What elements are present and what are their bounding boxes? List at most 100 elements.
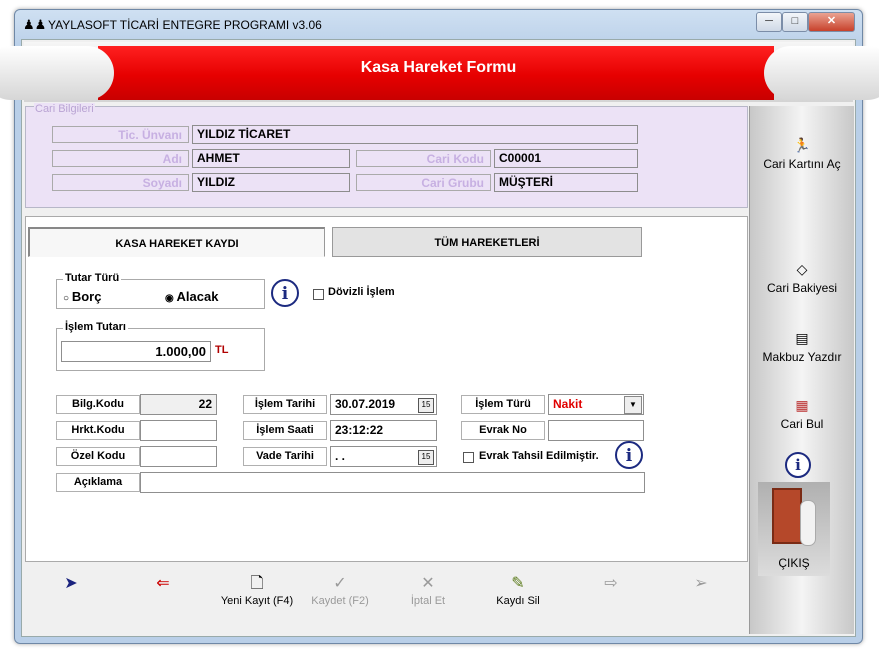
unvan-label: Tic. Ünvanı	[52, 126, 189, 143]
cari-grubu-label: Cari Grubu	[356, 174, 491, 191]
vade-tarihi-input[interactable]: . . 15	[330, 446, 437, 467]
vade-tarihi-value: . .	[335, 449, 346, 463]
evrak-no-input[interactable]	[548, 420, 644, 441]
unvan-field[interactable]: YILDIZ TİCARET	[192, 125, 638, 144]
dovizli-label: Dövizli İşlem	[328, 286, 395, 298]
cari-kodu-label: Cari Kodu	[356, 150, 491, 167]
evrak-tahsil-checkbox[interactable]	[463, 452, 474, 463]
app-people-icon: ♟♟	[23, 17, 47, 32]
islem-turu-label: İşlem Türü	[461, 395, 545, 414]
film-search-icon: ▦	[795, 397, 809, 413]
exit-person-icon	[800, 500, 816, 546]
hrkt-kodu-label: Hrkt.Kodu	[56, 421, 140, 440]
arrow-left-icon: ⇐	[156, 575, 170, 592]
minimize-button[interactable]: ─	[756, 12, 782, 32]
tutar-turu-legend: Tutar Türü	[63, 272, 122, 284]
bilg-kodu-label: Bilg.Kodu	[56, 395, 140, 414]
yeni-kayit-label: Yeni Kayıt (F4)	[220, 595, 294, 607]
soyadi-field[interactable]: YILDIZ	[192, 173, 350, 192]
iptal-button[interactable]: ✕ İptal Et	[400, 573, 456, 607]
form-client-area: Kasa Hareket Formu Cari Bilgileri Tic. Ü…	[0, 39, 879, 637]
adi-field[interactable]: AHMET	[192, 149, 350, 168]
exit-door-icon	[772, 488, 802, 544]
kaydet-button[interactable]: ✓ Kaydet (F2)	[305, 573, 375, 607]
yeni-kayit-button[interactable]: 🗋 Yeni Kayıt (F4)	[207, 573, 307, 607]
soyadi-label: Soyadı	[52, 174, 189, 191]
makbuz-yazdir-button[interactable]: ▤ Makbuz Yazdır	[750, 329, 854, 364]
tutar-turu-group: Tutar Türü ○ Borç ◉ Alacak	[56, 272, 265, 309]
maximize-button[interactable]: □	[782, 12, 808, 32]
arrow-last-icon: ➢	[694, 575, 708, 592]
islem-turu-value: Nakit	[553, 397, 583, 411]
calendar-icon[interactable]: 15	[418, 450, 434, 465]
adi-label: Adı	[52, 150, 189, 167]
islem-saati-input[interactable]: 23:12:22	[330, 420, 437, 441]
bilg-kodu-field[interactable]: 22	[140, 394, 217, 415]
eraser-icon: ◇	[796, 261, 808, 277]
running-man-icon: 🏃	[793, 137, 811, 153]
radio-empty-icon: ○	[63, 293, 72, 304]
form-title: Kasa Hareket Formu	[360, 59, 517, 76]
cari-grubu-field[interactable]: MÜŞTERİ	[494, 173, 638, 192]
bottom-toolbar: ➤ ⇐ 🗋 Yeni Kayıt (F4) ✓ Kaydet (F2) ✕ İptal…	[25, 567, 746, 633]
previous-record-button[interactable]: ⇐	[151, 573, 175, 595]
vade-tarihi-label: Vade Tarihi	[243, 447, 327, 466]
window-title: YAYLASOFT TİCARİ ENTEGRE PROGRAMI v3.06	[48, 18, 322, 32]
kaydi-sil-label: Kaydı Sil	[496, 595, 540, 607]
cari-bakiyesi-button[interactable]: ◇ Cari Bakiyesi	[750, 260, 854, 295]
cari-kodu-field[interactable]: C00001	[494, 149, 638, 168]
cikis-button[interactable]: ÇIKIŞ	[758, 482, 830, 576]
arrow-first-icon: ➤	[64, 575, 78, 592]
application-window: ♟♟ YAYLASOFT TİCARİ ENTEGRE PROGRAMI v3.…	[0, 9, 879, 644]
cari-info-panel: Cari Bilgileri Tic. Ünvanı YILDIZ TİCARE…	[25, 103, 748, 208]
dropdown-arrow-icon[interactable]: ▼	[624, 396, 642, 414]
cari-karti-ac-label: Cari Kartını Aç	[763, 157, 841, 171]
aciklama-input[interactable]	[140, 472, 645, 493]
cikis-label: ÇIKIŞ	[778, 556, 810, 570]
delete-record-icon: ✎	[511, 575, 525, 592]
arrow-right-icon: ⇨	[604, 575, 618, 592]
ozel-kodu-input[interactable]	[140, 446, 217, 467]
cancel-x-icon: ✕	[421, 575, 435, 592]
cari-bul-button[interactable]: ▦ Cari Bul	[750, 396, 854, 431]
dovizli-checkbox[interactable]	[313, 289, 324, 300]
alacak-label: Alacak	[176, 289, 219, 304]
evrak-info-icon[interactable]: i	[615, 441, 643, 469]
kaydet-label: Kaydet (F2)	[311, 595, 369, 607]
title-bar[interactable]: ♟♟ YAYLASOFT TİCARİ ENTEGRE PROGRAMI v3.…	[15, 10, 862, 40]
cari-bul-label: Cari Bul	[780, 417, 824, 431]
islem-saati-label: İşlem Saati	[243, 421, 327, 440]
hrkt-kodu-input[interactable]	[140, 420, 217, 441]
right-action-panel: 🏃 Cari Kartını Aç ◇ Cari Bakiyesi ▤ Makb…	[749, 106, 854, 634]
tutar-info-icon[interactable]: i	[271, 279, 299, 307]
first-record-button[interactable]: ➤	[59, 573, 83, 595]
tab-kasa-hareket-kaydi[interactable]: KASA HAREKET KAYDI	[28, 227, 325, 257]
ozel-kodu-label: Özel Kodu	[56, 447, 140, 466]
cari-karti-ac-button[interactable]: 🏃 Cari Kartını Aç	[750, 136, 854, 171]
cari-info-legend: Cari Bilgileri	[34, 103, 95, 115]
islem-tutari-input[interactable]: 1.000,00	[61, 341, 211, 362]
alacak-radio[interactable]: ◉ Alacak	[165, 289, 218, 304]
tab-tum-hareketleri[interactable]: TÜM HAREKETLERİ	[332, 227, 642, 257]
borc-radio[interactable]: ○ Borç	[63, 289, 101, 304]
new-document-icon: 🗋	[250, 575, 264, 592]
form-header: Kasa Hareket Formu	[0, 42, 879, 102]
islem-tarihi-label: İşlem Tarihi	[243, 395, 327, 414]
close-button[interactable]: ✕	[808, 12, 855, 32]
hareket-form-area: KASA HAREKET KAYDI TÜM HAREKETLERİ Tutar…	[25, 216, 748, 562]
evrak-no-label: Evrak No	[461, 421, 545, 440]
cari-bakiyesi-label: Cari Bakiyesi	[766, 281, 838, 295]
iptal-label: İptal Et	[410, 595, 446, 607]
next-record-button[interactable]: ⇨	[599, 573, 623, 595]
islem-tarihi-input[interactable]: 30.07.2019 15	[330, 394, 437, 415]
last-record-button[interactable]: ➢	[689, 573, 713, 595]
radio-selected-icon: ◉	[165, 293, 177, 304]
checkmark-icon: ✓	[333, 575, 347, 592]
borc-label: Borç	[71, 289, 102, 304]
islem-turu-select[interactable]: Nakit ▼	[548, 394, 644, 415]
islem-tutari-group: İşlem Tutarı 1.000,00 TL	[56, 321, 265, 371]
info-icon[interactable]: i	[785, 452, 811, 478]
calendar-icon[interactable]: 15	[418, 398, 434, 413]
document-print-icon: ▤	[795, 330, 809, 346]
kaydi-sil-button[interactable]: ✎ Kaydı Sil	[490, 573, 546, 607]
